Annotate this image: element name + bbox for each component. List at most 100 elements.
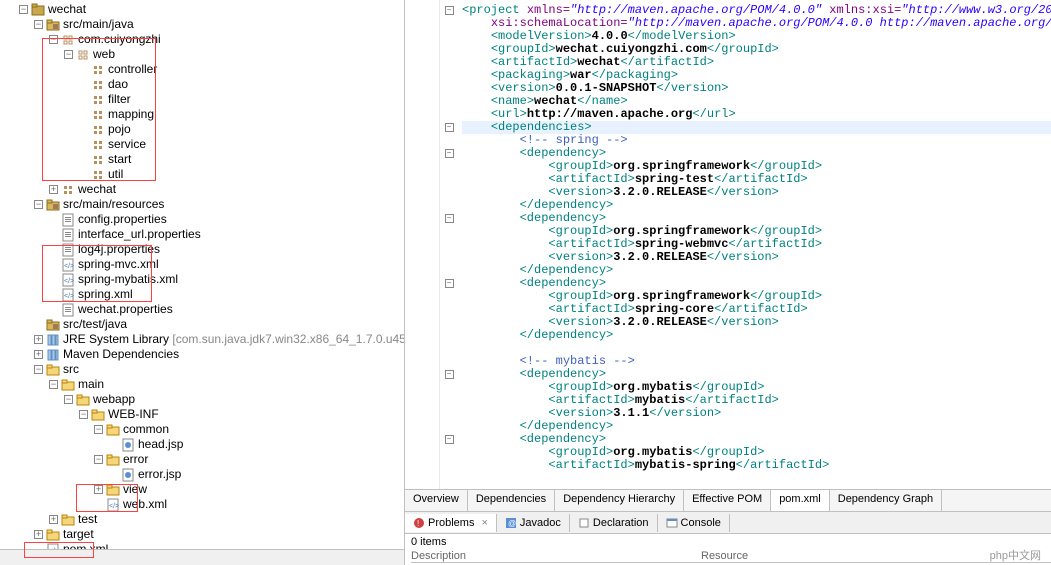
- fold-toggle-icon[interactable]: −: [445, 370, 454, 379]
- editor-tab-dependencies[interactable]: Dependencies: [468, 490, 555, 511]
- tree-item-target[interactable]: +target: [0, 527, 404, 542]
- tree-item-error[interactable]: − error: [0, 452, 404, 467]
- jsp-icon: [121, 438, 135, 452]
- tree-item-test[interactable]: + test: [0, 512, 404, 527]
- view-tabs[interactable]: !Problems×@JavadocDeclarationConsole: [405, 511, 1051, 533]
- tree-item-src-main-java[interactable]: −src/main/java: [0, 17, 404, 32]
- expander-icon[interactable]: −: [94, 425, 103, 434]
- tree-item-config-properties[interactable]: config.properties: [0, 212, 404, 227]
- fold-toggle-icon[interactable]: −: [445, 214, 454, 223]
- editor-bottom-tabs[interactable]: OverviewDependenciesDependency Hierarchy…: [405, 489, 1051, 511]
- expander-icon: [49, 260, 58, 269]
- fold-column[interactable]: − − − − − − −: [440, 0, 458, 489]
- tree-item-controller[interactable]: controller: [0, 62, 404, 77]
- tree-item-src-main-resources[interactable]: −src/main/resources: [0, 197, 404, 212]
- editor-tab-overview[interactable]: Overview: [405, 490, 468, 511]
- xml-icon: </>: [106, 498, 120, 512]
- tree-item-log4j-properties[interactable]: log4j.properties: [0, 242, 404, 257]
- tree-item-web-inf[interactable]: −WEB-INF: [0, 407, 404, 422]
- expander-icon[interactable]: −: [94, 455, 103, 464]
- expander-icon[interactable]: −: [34, 365, 43, 374]
- tree-label: wechat.properties: [78, 302, 173, 317]
- editor-tab-dependency-graph[interactable]: Dependency Graph: [830, 490, 942, 511]
- folder-icon: [76, 393, 90, 407]
- expander-icon[interactable]: −: [64, 395, 73, 404]
- expander-icon[interactable]: −: [49, 35, 58, 44]
- tree-item-pom-xml[interactable]: </>pom.xml: [0, 542, 404, 549]
- tree-item-error-jsp[interactable]: error.jsp: [0, 467, 404, 482]
- tree-item-common[interactable]: −common: [0, 422, 404, 437]
- view-tab-declaration[interactable]: Declaration: [570, 514, 658, 532]
- editor-tab-pom.xml[interactable]: pom.xml: [771, 490, 830, 511]
- expander-icon[interactable]: +: [94, 485, 103, 494]
- tree-item-start[interactable]: start: [0, 152, 404, 167]
- folder-icon: [106, 453, 120, 467]
- package-full-icon: [91, 78, 105, 92]
- expander-icon[interactable]: −: [49, 380, 58, 389]
- tree-item-main[interactable]: −main: [0, 377, 404, 392]
- expander-icon: [79, 125, 88, 134]
- expander-icon[interactable]: +: [49, 515, 58, 524]
- tree-label: src: [63, 362, 79, 377]
- editor-tab-effective-pom[interactable]: Effective POM: [684, 490, 771, 511]
- tree-item-wechat[interactable]: +wechat: [0, 182, 404, 197]
- code-area[interactable]: <project xmlns="http://maven.apache.org/…: [458, 0, 1051, 489]
- expander-icon[interactable]: −: [79, 410, 88, 419]
- tree-item-spring-mvc-xml[interactable]: </>spring-mvc.xml: [0, 257, 404, 272]
- tree-label: error: [123, 452, 148, 467]
- tree-item-jre-system-library[interactable]: +JRE System Library [com.sun.java.jdk7.w…: [0, 332, 404, 347]
- xml-icon: </>: [61, 273, 75, 287]
- fold-toggle-icon[interactable]: −: [445, 6, 454, 15]
- source-folder-icon: [46, 318, 60, 332]
- package-full-icon: [91, 63, 105, 77]
- tree-item-util[interactable]: util: [0, 167, 404, 182]
- expander-icon[interactable]: −: [34, 200, 43, 209]
- declaration-icon: [578, 517, 590, 529]
- fold-toggle-icon[interactable]: −: [445, 149, 454, 158]
- tree-item-com-cuiyongzhi[interactable]: −com.cuiyongzhi: [0, 32, 404, 47]
- tree-item-interface-url-properties[interactable]: interface_url.properties: [0, 227, 404, 242]
- tree-item-src[interactable]: − src: [0, 362, 404, 377]
- fold-toggle-icon[interactable]: −: [445, 279, 454, 288]
- tree-item-spring-xml[interactable]: </>spring.xml: [0, 287, 404, 302]
- view-tab-console[interactable]: Console: [658, 514, 730, 532]
- fold-toggle-icon[interactable]: −: [445, 123, 454, 132]
- tree-item-pojo[interactable]: pojo: [0, 122, 404, 137]
- editor-tab-dependency-hierarchy[interactable]: Dependency Hierarchy: [555, 490, 684, 511]
- tree-label: src/test/java: [63, 317, 127, 332]
- expander-icon[interactable]: −: [34, 20, 43, 29]
- tree-label: wechat: [48, 2, 86, 17]
- expander-icon[interactable]: +: [49, 185, 58, 194]
- tree-item-src-test-java[interactable]: src/test/java: [0, 317, 404, 332]
- tree-item-wechat-properties[interactable]: wechat.properties: [0, 302, 404, 317]
- fold-toggle-icon[interactable]: −: [445, 435, 454, 444]
- tree-item-head-jsp[interactable]: head.jsp: [0, 437, 404, 452]
- tree-item-web[interactable]: −web: [0, 47, 404, 62]
- tree-label: test: [78, 512, 97, 527]
- jsp-icon: [121, 468, 135, 482]
- tree-item-wechat[interactable]: − wechat: [0, 2, 404, 17]
- tree-label: service: [108, 137, 146, 152]
- view-tab-problems[interactable]: !Problems×: [405, 514, 497, 532]
- close-icon[interactable]: ×: [481, 517, 487, 529]
- expander-icon[interactable]: −: [19, 5, 28, 14]
- tree-item-web-xml[interactable]: </>web.xml: [0, 497, 404, 512]
- view-tab-javadoc[interactable]: @Javadoc: [497, 514, 570, 532]
- tree-item-webapp[interactable]: −webapp: [0, 392, 404, 407]
- tree-item-spring-mybatis-xml[interactable]: </>spring-mybatis.xml: [0, 272, 404, 287]
- tree-item-service[interactable]: service: [0, 137, 404, 152]
- tree-item-view[interactable]: +view: [0, 482, 404, 497]
- tree-item-dao[interactable]: dao: [0, 77, 404, 92]
- package-full-icon: [91, 123, 105, 137]
- code-editor[interactable]: − − − − − − − <project xmlns="http://maven.apa…: [405, 0, 1051, 489]
- expander-icon[interactable]: +: [34, 335, 43, 344]
- tree-item-mapping[interactable]: mapping: [0, 107, 404, 122]
- expander-icon[interactable]: +: [34, 350, 43, 359]
- tree-label: pojo: [108, 122, 131, 137]
- project-tree[interactable]: −wechat−src/main/java−com.cuiyongzhi−web…: [0, 0, 404, 549]
- expander-icon[interactable]: −: [64, 50, 73, 59]
- expander-icon[interactable]: +: [34, 530, 43, 539]
- tree-item-maven-dependencies[interactable]: +Maven Dependencies: [0, 347, 404, 362]
- horizontal-scrollbar[interactable]: [0, 549, 404, 565]
- tree-item-filter[interactable]: filter: [0, 92, 404, 107]
